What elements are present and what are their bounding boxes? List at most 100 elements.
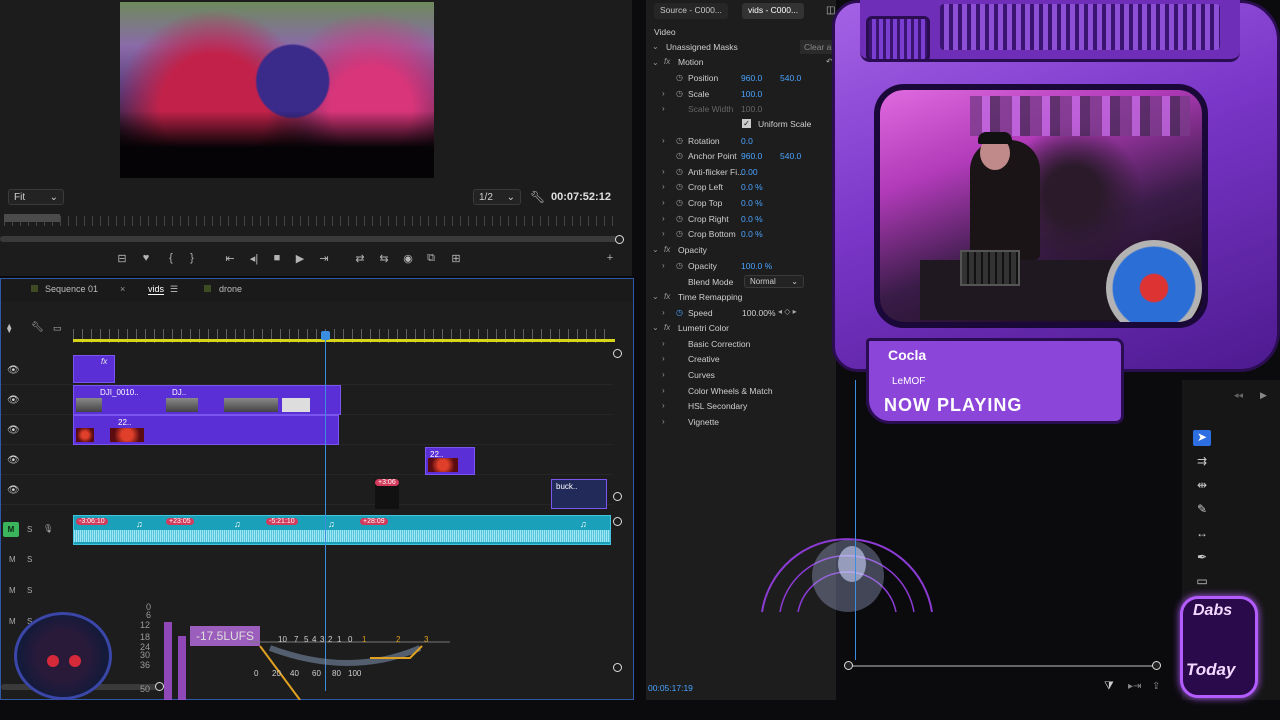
solo-button[interactable]: S [27, 525, 32, 534]
selection-tool-icon[interactable]: ➤ [1193, 430, 1211, 446]
camera-icon[interactable]: ◉ [401, 252, 415, 265]
v-scroll-handle[interactable] [613, 492, 622, 501]
comparison-icon[interactable]: ⧉ [424, 252, 438, 265]
timeline-scroll-handle[interactable] [155, 682, 164, 691]
play-icon[interactable]: ▶ [1260, 390, 1267, 401]
marker-icon[interactable]: ♥ [139, 252, 153, 264]
blend-mode-select[interactable]: Normal ⌄ [744, 275, 804, 288]
clip[interactable]: +3:06 [375, 479, 399, 509]
overwrite-icon[interactable]: ⇆ [377, 252, 391, 265]
ripple-edit-icon[interactable]: ⇹ [1193, 478, 1211, 494]
work-area-bar[interactable] [73, 339, 615, 342]
close-icon[interactable]: × [120, 284, 125, 294]
tab-vids[interactable]: vids [148, 284, 165, 295]
tab-drone[interactable]: drone [219, 284, 242, 294]
v-scroll-handle[interactable] [613, 349, 622, 358]
snap-icon[interactable]: ⧫ [7, 323, 11, 334]
clip[interactable]: 22.. [73, 415, 339, 445]
mute-button[interactable]: M [9, 555, 16, 564]
section-masks[interactable]: Unassigned Masks [666, 42, 738, 52]
speed-value[interactable]: 100.00% [742, 308, 776, 318]
wrench-icon[interactable]: 🔧︎ [530, 190, 545, 204]
position-y[interactable]: 540.0 [780, 73, 801, 83]
track-select-icon[interactable]: ⇉ [1193, 454, 1211, 470]
eye-icon[interactable]: 👁︎ [7, 425, 20, 436]
effect-opacity[interactable]: Opacity [678, 245, 707, 255]
menu-icon[interactable]: ☰ [170, 284, 178, 295]
mic-icon[interactable]: 🎙︎ [43, 524, 53, 533]
resolution-select[interactable]: 1/2 ⌄ [473, 189, 521, 205]
lumetri-creative[interactable]: Creative [688, 354, 720, 364]
razor-icon[interactable]: ✎ [1193, 502, 1211, 518]
rotation-value[interactable]: 0.0 [741, 136, 753, 146]
a-scroll-handle[interactable] [613, 663, 622, 672]
go-to-in-icon[interactable]: ⇤ [223, 252, 237, 265]
stop-icon[interactable]: ■ [270, 252, 284, 264]
keyframe-nav-icon[interactable]: ◂ ◇ ▸ [778, 307, 797, 316]
filter-icon[interactable]: ⧩ [1104, 680, 1114, 693]
crop-right-value[interactable]: 0.0 % [741, 214, 763, 224]
effect-lumetri[interactable]: Lumetri Color [678, 323, 729, 333]
scale-value[interactable]: 100.0 [741, 89, 762, 99]
tab-source[interactable]: Source - C000... [654, 3, 728, 19]
insert-icon[interactable]: ⇄ [353, 252, 367, 265]
export-icon[interactable]: ⇪ [1152, 681, 1160, 692]
clip[interactable]: DJI_0010.. DJ.. [73, 385, 341, 415]
add-button-icon[interactable]: + [603, 252, 617, 264]
mute-button[interactable]: M [9, 586, 16, 595]
fit-select[interactable]: Fit ⌄ [8, 189, 64, 205]
clip[interactable]: 22.. [425, 447, 475, 475]
lumetri-vignette[interactable]: Vignette [688, 417, 719, 427]
crop-bottom-value[interactable]: 0.0 % [741, 229, 763, 239]
effect-motion[interactable]: Motion [678, 57, 704, 67]
wrench-icon[interactable]: 🔧︎ [31, 322, 44, 333]
tab-effect-controls[interactable]: vids - C000... [742, 3, 805, 19]
mute-button[interactable]: M [3, 522, 19, 537]
captions-icon[interactable]: ▭ [53, 323, 62, 334]
step-back-icon[interactable]: ◂◂ [1234, 390, 1243, 401]
lumetri-curves[interactable]: Curves [688, 370, 715, 380]
mark-out-icon[interactable]: } [185, 252, 199, 264]
fx-scroll-handle[interactable] [1152, 661, 1161, 670]
fx-scroll-handle[interactable] [844, 661, 853, 670]
lumetri-hsl[interactable]: HSL Secondary [688, 401, 747, 411]
tab-sequence-01[interactable]: Sequence 01 [45, 284, 98, 294]
play-icon[interactable]: ▶ [293, 252, 307, 265]
lumetri-basic-correction[interactable]: Basic Correction [688, 339, 750, 349]
monitor-scrollbar[interactable] [0, 236, 622, 242]
uniform-scale-checkbox[interactable]: ✓ [742, 119, 751, 128]
pen-icon[interactable]: ✒ [1193, 550, 1211, 566]
opacity-value[interactable]: 100.0 % [741, 261, 772, 271]
clip[interactable]: buck.. [551, 479, 607, 509]
monitor-time-ruler[interactable] [4, 216, 620, 226]
go-to-out-icon[interactable]: ⇥ [317, 252, 331, 265]
monitor-scroll-handle[interactable] [615, 235, 624, 244]
playhead-handle[interactable] [321, 331, 330, 340]
position-x[interactable]: 960.0 [741, 73, 762, 83]
fx-scrollbar[interactable] [848, 665, 1158, 667]
program-timecode[interactable]: 00:07:52:12 [551, 191, 611, 203]
step-back-icon[interactable]: ◂| [247, 252, 261, 265]
a-scroll-handle[interactable] [613, 517, 622, 526]
effect-time-remapping[interactable]: Time Remapping [678, 292, 742, 302]
fx-timecode[interactable]: 00:05:17:19 [648, 683, 693, 693]
play-audio-icon[interactable]: ▸⇥ [1128, 681, 1141, 692]
anchor-x[interactable]: 960.0 [741, 151, 762, 161]
solo-button[interactable]: S [27, 555, 32, 564]
crop-top-value[interactable]: 0.0 % [741, 198, 763, 208]
audio-clip[interactable]: -3:06:10 +23:05 -5:21:10 +28:09 ♫ ♫ ♫ ♫ [73, 515, 611, 545]
trim-icon[interactable]: ⊞ [449, 252, 463, 265]
crop-left-value[interactable]: 0.0 % [741, 182, 763, 192]
rectangle-icon[interactable]: ▭ [1193, 574, 1211, 590]
monitor-zoom-handle[interactable] [4, 214, 60, 222]
fx-playhead[interactable] [855, 380, 856, 660]
lift-icon[interactable]: ⊟ [115, 252, 129, 265]
eye-icon[interactable]: 👁︎ [7, 365, 20, 376]
solo-button[interactable]: S [27, 586, 32, 595]
eye-icon[interactable]: 👁︎ [7, 395, 20, 406]
mute-button[interactable]: M [9, 617, 16, 626]
eye-icon[interactable]: 👁︎ [7, 485, 20, 496]
antiflicker-value[interactable]: 0.00 [741, 167, 758, 177]
mark-in-icon[interactable]: { [164, 252, 178, 264]
slip-icon[interactable]: ↔ [1193, 526, 1211, 542]
